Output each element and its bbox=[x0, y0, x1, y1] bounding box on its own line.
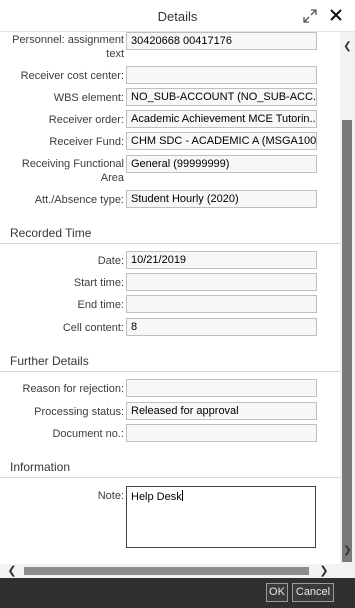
label-wbs-element: WBS element: bbox=[53, 92, 124, 104]
label-receiving-functional-area: Receiving Functional Area bbox=[21, 158, 124, 184]
section-title-information: Information bbox=[10, 460, 71, 474]
horizontal-scroll-thumb[interactable] bbox=[24, 567, 309, 575]
att-absence-type-field[interactable]: Student Hourly (2020) bbox=[126, 190, 317, 208]
section-title-recorded-time: Recorded Time bbox=[10, 226, 92, 240]
label-date: Date: bbox=[97, 255, 124, 267]
label-receiver-order: Receiver order: bbox=[48, 114, 124, 126]
label-processing-status: Processing status: bbox=[34, 406, 124, 418]
receiving-functional-area-field[interactable]: General (99999999) bbox=[126, 155, 317, 173]
document-no-field[interactable] bbox=[126, 424, 317, 442]
scroll-down-icon[interactable]: ❯ bbox=[342, 546, 353, 556]
start-time-field[interactable] bbox=[126, 273, 317, 291]
cancel-button[interactable]: Cancel bbox=[292, 583, 334, 602]
label-start-time: Start time: bbox=[73, 277, 124, 289]
label-note: Note: bbox=[97, 490, 124, 502]
processing-status-field[interactable]: Released for approval bbox=[126, 402, 317, 420]
scroll-right-icon[interactable]: ❯ bbox=[318, 564, 330, 578]
note-textarea[interactable]: Help Desk bbox=[126, 486, 316, 548]
personnel-assignment-field[interactable]: 30420668 00417176 bbox=[126, 32, 317, 50]
receiver-cost-center-field[interactable] bbox=[126, 66, 317, 84]
expand-icon[interactable] bbox=[302, 8, 318, 24]
label-att-absence-type: Att./Absence type: bbox=[34, 194, 124, 206]
label-receiver-cost-center: Receiver cost center: bbox=[20, 70, 124, 82]
wbs-element-field[interactable]: NO_SUB-ACCOUNT (NO_SUB-ACC... bbox=[126, 88, 317, 106]
vertical-scroll-thumb[interactable] bbox=[342, 120, 352, 562]
receiver-fund-field[interactable]: CHM SDC - ACADEMIC A (MSGA100... bbox=[126, 132, 317, 150]
scroll-up-icon[interactable]: ❮ bbox=[342, 42, 353, 52]
end-time-field[interactable] bbox=[126, 295, 317, 313]
label-reason-for-rejection: Reason for rejection: bbox=[22, 383, 125, 395]
label-cell-content: Cell content: bbox=[62, 322, 124, 334]
horizontal-scrollbar[interactable]: ❮ ❯ bbox=[0, 564, 340, 578]
section-divider bbox=[0, 477, 340, 478]
scrollbar-corner bbox=[340, 564, 355, 578]
ok-button[interactable]: OK bbox=[266, 583, 288, 602]
section-divider bbox=[0, 243, 340, 244]
dialog-titlebar: Details bbox=[0, 0, 355, 32]
label-end-time: End time: bbox=[77, 299, 124, 311]
receiver-order-field[interactable]: Academic Achievement MCE Tutorin... bbox=[126, 110, 317, 128]
close-icon[interactable] bbox=[328, 7, 344, 23]
cell-content-field[interactable]: 8 bbox=[126, 318, 317, 336]
section-divider bbox=[0, 371, 340, 372]
text-cursor bbox=[181, 490, 183, 501]
dialog-footer: OK Cancel bbox=[0, 578, 355, 608]
label-personnel-assignment: Personnel: assignment text bbox=[12, 34, 124, 60]
note-text: Help Desk bbox=[131, 491, 182, 503]
label-receiver-fund: Receiver Fund: bbox=[49, 136, 124, 148]
details-content: Personnel: assignment text 30420668 0041… bbox=[0, 32, 340, 564]
scroll-left-icon[interactable]: ❮ bbox=[6, 564, 18, 578]
date-field[interactable]: 10/21/2019 bbox=[126, 251, 317, 269]
section-title-further-details: Further Details bbox=[10, 354, 89, 368]
label-document-no: Document no.: bbox=[52, 428, 124, 440]
reason-for-rejection-field[interactable] bbox=[126, 379, 317, 397]
vertical-scrollbar[interactable]: ❮ ❯ bbox=[340, 32, 355, 564]
